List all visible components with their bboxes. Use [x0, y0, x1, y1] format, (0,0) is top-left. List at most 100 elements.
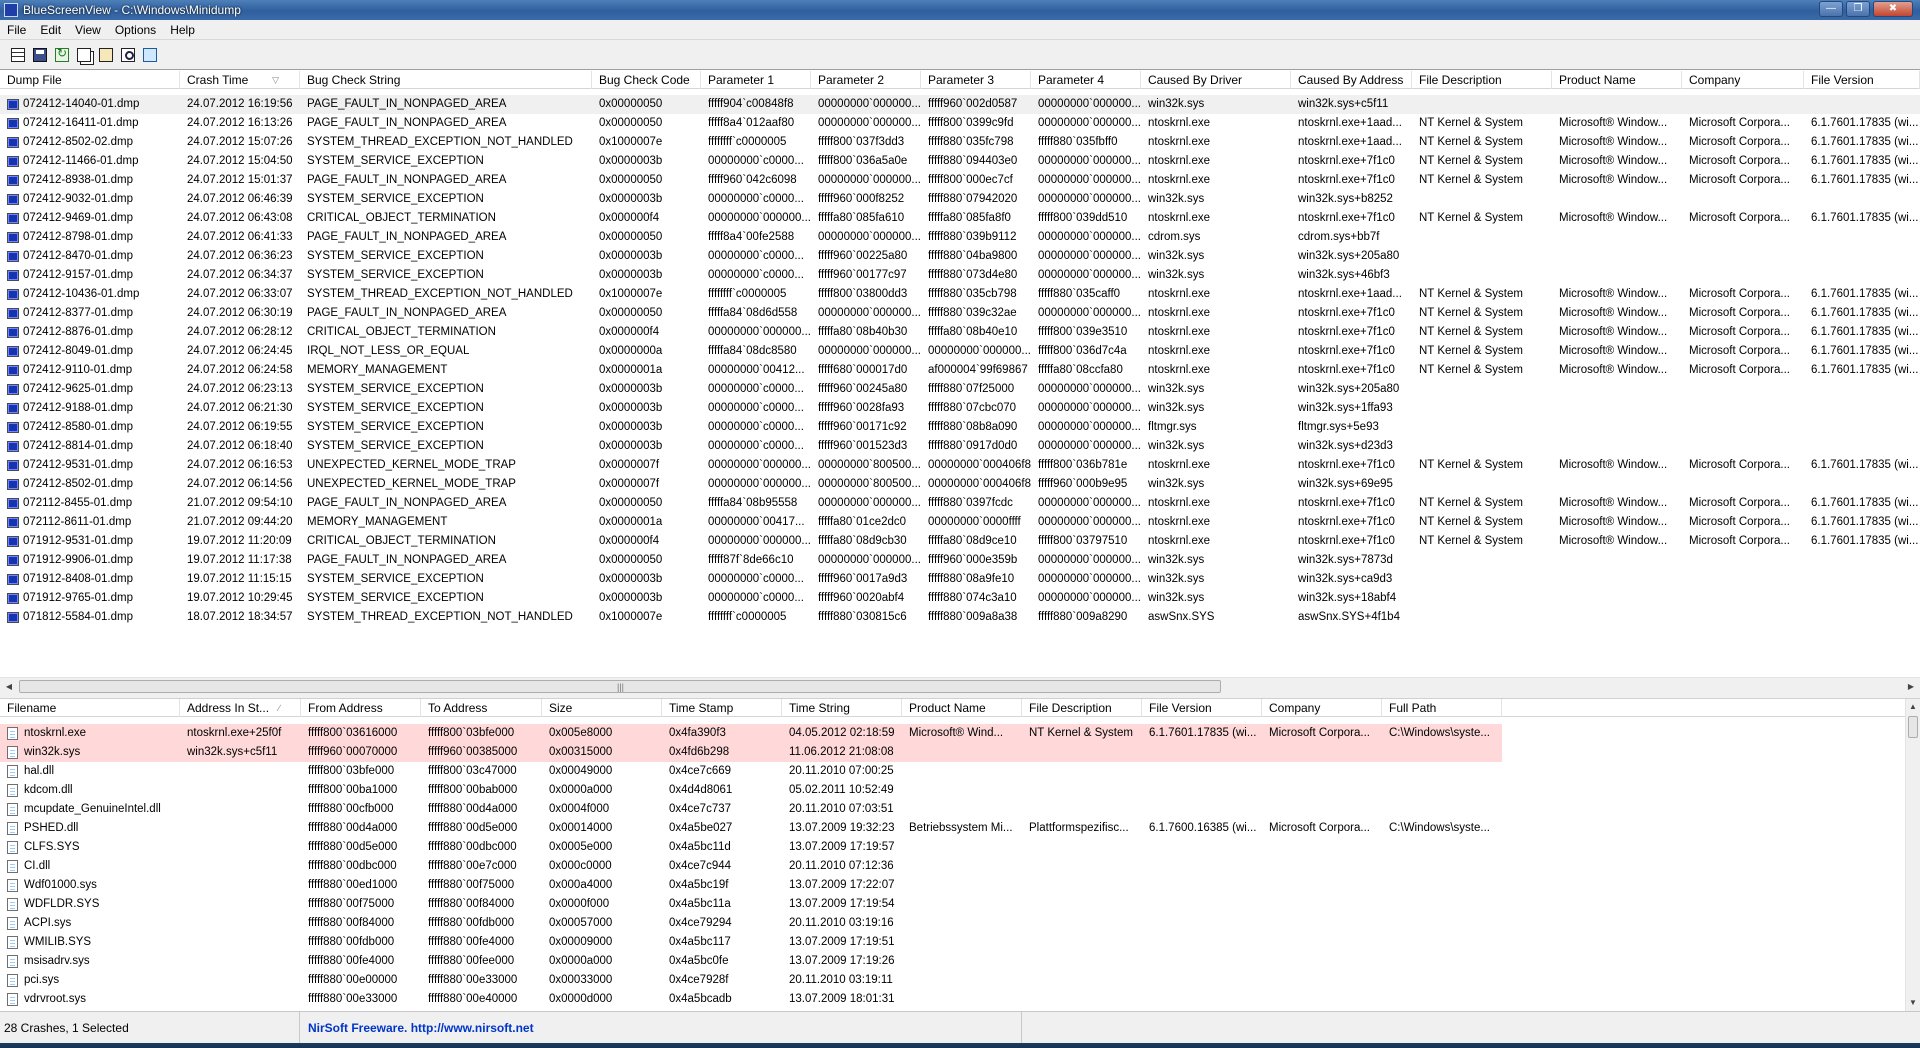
- exit-button[interactable]: [140, 45, 160, 65]
- column-header-file-description[interactable]: File Description: [1022, 699, 1142, 717]
- table-row[interactable]: 072412-8377-01.dmp 24.07.2012 06:30:19 PAG…: [0, 304, 1920, 323]
- html-report-button[interactable]: [96, 45, 116, 65]
- table-row[interactable]: WDFLDR.SYS fffff880`00f75000 fffff880`00f8…: [0, 895, 1502, 914]
- table-row[interactable]: 071912-8408-01.dmp 19.07.2012 11:15:15 SYS…: [0, 570, 1920, 589]
- table-row[interactable]: 072412-8502-02.dmp 24.07.2012 15:07:26 SYS…: [0, 133, 1920, 152]
- close-button[interactable]: ✖: [1873, 1, 1913, 17]
- table-row[interactable]: 072412-9625-01.dmp 24.07.2012 06:23:13 SYS…: [0, 380, 1920, 399]
- cell-bug-check-code: 0x00000050: [599, 497, 663, 509]
- menu-edit[interactable]: Edit: [33, 23, 68, 37]
- table-row[interactable]: 072412-9188-01.dmp 24.07.2012 06:21:30 SYS…: [0, 399, 1920, 418]
- table-row[interactable]: 072412-8876-01.dmp 24.07.2012 06:28:12 CRI…: [0, 323, 1920, 342]
- horizontal-scroll-thumb[interactable]: |||: [19, 680, 1221, 693]
- table-row[interactable]: 072412-8938-01.dmp 24.07.2012 15:01:37 PAG…: [0, 171, 1920, 190]
- column-header-company[interactable]: Company: [1682, 71, 1804, 89]
- table-row[interactable]: Wdf01000.sys fffff880`00ed1000 fffff880`00…: [0, 876, 1502, 895]
- nirsoft-link[interactable]: NirSoft Freeware. http://www.nirsoft.net: [300, 1012, 1022, 1044]
- table-row[interactable]: 072412-11466-01.dmp 24.07.2012 15:04:50 SY…: [0, 152, 1920, 171]
- table-row[interactable]: 072412-8049-01.dmp 24.07.2012 06:24:45 IRQ…: [0, 342, 1920, 361]
- table-row[interactable]: PSHED.dll fffff880`00d4a000 fffff880`00d5e…: [0, 819, 1502, 838]
- table-row[interactable]: 072412-16411-01.dmp 24.07.2012 16:13:26 PA…: [0, 114, 1920, 133]
- table-row[interactable]: 071912-9765-01.dmp 19.07.2012 10:29:45 SYS…: [0, 589, 1920, 608]
- scroll-down-icon[interactable]: ▼: [1906, 996, 1920, 1010]
- table-row[interactable]: 072112-8611-01.dmp 21.07.2012 09:44:20 MEM…: [0, 513, 1920, 532]
- driver-file-icon: [7, 803, 18, 816]
- save-button[interactable]: [30, 45, 50, 65]
- table-row[interactable]: 072112-8455-01.dmp 21.07.2012 09:54:10 PAG…: [0, 494, 1920, 513]
- table-row[interactable]: 071912-9531-01.dmp 19.07.2012 11:20:09 CRI…: [0, 532, 1920, 551]
- column-header-caused-by-driver[interactable]: Caused By Driver: [1141, 71, 1291, 89]
- horizontal-scrollbar[interactable]: ◀ ||| ▶: [0, 677, 1920, 694]
- column-header-file-version[interactable]: File Version: [1804, 71, 1920, 89]
- table-row[interactable]: 072412-10436-01.dmp 24.07.2012 06:33:07 SY…: [0, 285, 1920, 304]
- table-row[interactable]: vdrvroot.sys fffff880`00e33000 fffff880`00…: [0, 990, 1502, 1009]
- column-header-dump-file[interactable]: Dump File: [0, 71, 180, 89]
- table-row[interactable]: 071812-5584-01.dmp 18.07.2012 18:34:57 SYS…: [0, 608, 1920, 627]
- table-row[interactable]: 072412-8798-01.dmp 24.07.2012 06:41:33 PAG…: [0, 228, 1920, 247]
- scroll-up-icon[interactable]: ▲: [1906, 700, 1920, 714]
- table-row[interactable]: ACPI.sys fffff880`00f84000 fffff880`00fdb0…: [0, 914, 1502, 933]
- column-header-file-version[interactable]: File Version: [1142, 699, 1262, 717]
- column-header-full-path[interactable]: Full Path: [1382, 699, 1502, 717]
- column-header-parameter-4[interactable]: Parameter 4: [1031, 71, 1141, 89]
- menu-view[interactable]: View: [68, 23, 108, 37]
- minimize-button[interactable]: —: [1819, 1, 1843, 17]
- copy-button[interactable]: [74, 45, 94, 65]
- column-header-address-in-st[interactable]: Address In St... ∕: [180, 699, 301, 717]
- table-row[interactable]: msisadrv.sys fffff880`00fe4000 fffff880`00…: [0, 952, 1502, 971]
- window-title: BlueScreenView - C:\Windows\Minidump: [23, 3, 241, 17]
- cell-file-description: NT Kernel & System: [1022, 724, 1142, 743]
- table-row[interactable]: 072412-14040-01.dmp 24.07.2012 16:19:56 PA…: [0, 95, 1920, 114]
- table-row[interactable]: ntoskrnl.exe ntoskrnl.exe+25f0f fffff800`0…: [0, 724, 1502, 743]
- column-header-company[interactable]: Company: [1262, 699, 1382, 717]
- column-header-time-string[interactable]: Time String: [782, 699, 902, 717]
- properties-button[interactable]: [8, 45, 28, 65]
- table-row[interactable]: 072412-9032-01.dmp 24.07.2012 06:46:39 SYS…: [0, 190, 1920, 209]
- find-button[interactable]: [118, 45, 138, 65]
- column-header-parameter-2[interactable]: Parameter 2: [811, 71, 921, 89]
- table-row[interactable]: 072412-8814-01.dmp 24.07.2012 06:18:40 SYS…: [0, 437, 1920, 456]
- table-row[interactable]: CLFS.SYS fffff880`00d5e000 fffff880`00dbc0…: [0, 838, 1502, 857]
- table-row[interactable]: 072412-9531-01.dmp 24.07.2012 06:16:53 UNE…: [0, 456, 1920, 475]
- column-header-bug-check-string[interactable]: Bug Check String: [300, 71, 592, 89]
- column-header-file-description[interactable]: File Description: [1412, 71, 1552, 89]
- column-header-time-stamp[interactable]: Time Stamp: [662, 699, 782, 717]
- column-header-to-address[interactable]: To Address: [421, 699, 542, 717]
- menu-options[interactable]: Options: [108, 23, 163, 37]
- table-row[interactable]: CI.dll fffff880`00dbc000 fffff880`00e7c000…: [0, 857, 1502, 876]
- column-header-product-name[interactable]: Product Name: [1552, 71, 1682, 89]
- table-row[interactable]: kdcom.dll fffff800`00ba1000 fffff800`00bab…: [0, 781, 1502, 800]
- vertical-scrollbar[interactable]: ▲ ▼: [1905, 699, 1920, 1011]
- menu-file[interactable]: File: [0, 23, 33, 37]
- driver-list[interactable]: Filename Address In St... ∕ From Address To …: [0, 699, 1905, 1011]
- column-header-bug-check-code[interactable]: Bug Check Code: [592, 71, 701, 89]
- scroll-right-icon[interactable]: ▶: [1904, 680, 1918, 693]
- column-header-size[interactable]: Size: [542, 699, 662, 717]
- cell-bug-check-code: 0x0000003b: [599, 440, 663, 452]
- table-row[interactable]: 072412-9469-01.dmp 24.07.2012 06:43:08 CRI…: [0, 209, 1920, 228]
- table-row[interactable]: 072412-8502-01.dmp 24.07.2012 06:14:56 UNE…: [0, 475, 1920, 494]
- column-header-caused-by-address[interactable]: Caused By Address: [1291, 71, 1412, 89]
- column-header-parameter-1[interactable]: Parameter 1: [701, 71, 811, 89]
- refresh-button[interactable]: [52, 45, 72, 65]
- column-header-from-address[interactable]: From Address: [301, 699, 421, 717]
- column-header-product-name[interactable]: Product Name: [902, 699, 1022, 717]
- table-row[interactable]: 071912-9906-01.dmp 19.07.2012 11:17:38 PAG…: [0, 551, 1920, 570]
- table-row[interactable]: pci.sys fffff880`00e00000 fffff880`00e3300…: [0, 971, 1502, 990]
- vertical-scroll-thumb[interactable]: [1908, 716, 1918, 738]
- column-header-filename[interactable]: Filename: [0, 699, 180, 717]
- table-row[interactable]: WMILIB.SYS fffff880`00fdb000 fffff880`00fe…: [0, 933, 1502, 952]
- maximize-button[interactable]: ❒: [1846, 1, 1870, 17]
- table-row[interactable]: 072412-9157-01.dmp 24.07.2012 06:34:37 SYS…: [0, 266, 1920, 285]
- table-row[interactable]: 072412-9110-01.dmp 24.07.2012 06:24:58 MEM…: [0, 361, 1920, 380]
- column-header-parameter-3[interactable]: Parameter 3: [921, 71, 1031, 89]
- table-row[interactable]: mcupdate_GenuineIntel.dll fffff880`00cfb0…: [0, 800, 1502, 819]
- table-row[interactable]: hal.dll fffff800`03bfe000 fffff800`03c4700…: [0, 762, 1502, 781]
- scroll-left-icon[interactable]: ◀: [2, 680, 16, 693]
- menu-help[interactable]: Help: [163, 23, 202, 37]
- table-row[interactable]: win32k.sys win32k.sys+c5f11 fffff960`00070…: [0, 743, 1502, 762]
- column-header-crash-time[interactable]: Crash Time ▽: [180, 71, 300, 89]
- table-row[interactable]: 072412-8470-01.dmp 24.07.2012 06:36:23 SYS…: [0, 247, 1920, 266]
- table-row[interactable]: 072412-8580-01.dmp 24.07.2012 06:19:55 SYS…: [0, 418, 1920, 437]
- crash-list[interactable]: Dump File Crash Time ▽ Bug Check String Bug …: [0, 71, 1920, 671]
